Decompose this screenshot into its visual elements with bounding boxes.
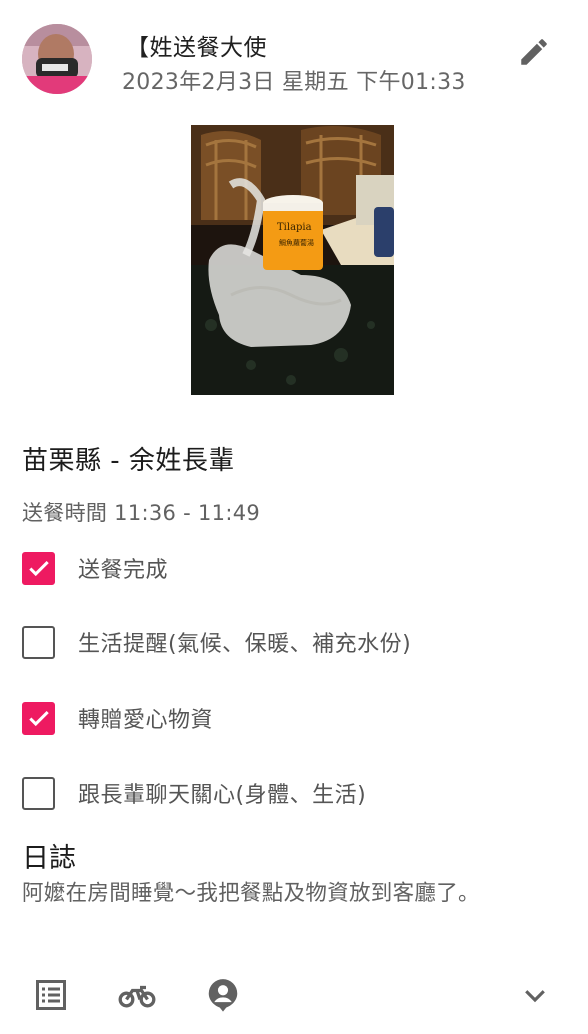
elder-location: 苗栗縣 - 余姓長輩	[22, 446, 235, 476]
expand-button[interactable]	[510, 974, 560, 1020]
post-datetime: 2023年2月3日 星期五 下午01:33	[122, 70, 466, 95]
motorcycle-button[interactable]	[112, 974, 162, 1020]
post-header: 【姓送餐大使 2023年2月3日 星期五 下午01:33	[0, 0, 588, 110]
task-label: 送餐完成	[78, 558, 169, 583]
svg-text:鯛魚蘿蔔湯: 鯛魚蘿蔔湯	[279, 238, 314, 247]
delivery-time: 送餐時間 11:36 - 11:49	[22, 501, 261, 525]
task-checkbox[interactable]	[22, 551, 55, 585]
task-life-reminder[interactable]: 生活提醒(氣候、保暖、補充水份)	[22, 622, 562, 662]
task-chat-with-elder[interactable]: 跟長輩聊天關心(身體、生活)	[22, 773, 562, 813]
list-icon	[33, 977, 69, 1017]
author-name: 【姓送餐大使	[126, 35, 267, 61]
task-label: 轉贈愛心物資	[78, 708, 214, 733]
log-text: 阿嬤在房間睡覺～我把餐點及物資放到客廳了。	[22, 881, 480, 906]
pencil-icon	[517, 35, 551, 73]
bottom-toolbar	[0, 960, 588, 1034]
motorcycle-icon	[117, 977, 157, 1017]
task-meal-delivered[interactable]: 送餐完成	[22, 548, 562, 588]
task-checkbox[interactable]	[22, 625, 55, 659]
delivery-photo[interactable]: Tilapia 鯛魚蘿蔔湯	[191, 125, 394, 395]
task-label: 跟長輩聊天關心(身體、生活)	[78, 783, 367, 808]
avatar[interactable]	[22, 24, 92, 94]
task-checkbox[interactable]	[22, 776, 55, 810]
person-pin-icon	[204, 976, 242, 1018]
task-checkbox[interactable]	[22, 701, 55, 735]
log-title: 日誌	[22, 843, 76, 874]
task-label: 生活提醒(氣候、保暖、補充水份)	[78, 632, 412, 657]
edit-button[interactable]	[512, 32, 556, 76]
chevron-down-icon	[520, 980, 550, 1014]
person-button[interactable]	[198, 974, 248, 1020]
svg-text:Tilapia: Tilapia	[277, 222, 312, 233]
list-button[interactable]	[26, 974, 76, 1020]
task-donate-supplies[interactable]: 轉贈愛心物資	[22, 698, 562, 738]
